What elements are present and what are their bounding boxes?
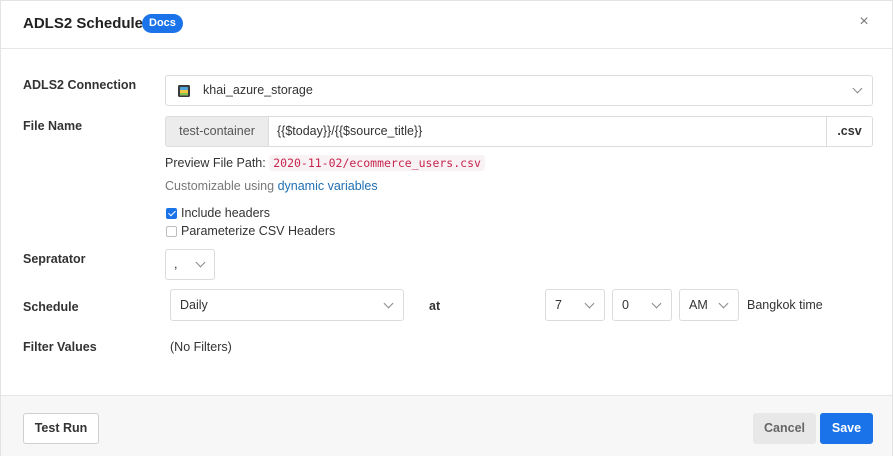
modal-footer: Test Run Cancel Save [1, 395, 892, 456]
parameterize-label: Parameterize CSV Headers [181, 224, 336, 238]
include-headers-option[interactable]: Include headers [166, 206, 366, 222]
cancel-button[interactable]: Cancel [753, 413, 816, 444]
file-path-input[interactable]: {{$today}}/{{$source_title}} [268, 116, 827, 147]
chevron-down-icon [651, 298, 662, 309]
chevron-down-icon [584, 298, 595, 309]
azure-storage-icon [178, 85, 190, 97]
parameterize-option[interactable]: Parameterize CSV Headers [166, 224, 366, 240]
preview-label: Preview File Path: [165, 156, 266, 170]
schedule-modal: ADLS2 Schedules Docs × ADLS2 Connection … [0, 0, 893, 456]
customizable-hint: Customizable using dynamic variables [165, 179, 378, 193]
hour-select[interactable]: 7 [545, 289, 605, 321]
frequency-value: Daily [180, 298, 208, 312]
minute-select[interactable]: 0 [612, 289, 672, 321]
save-button[interactable]: Save [820, 413, 873, 444]
test-run-button[interactable]: Test Run [23, 413, 99, 444]
customizable-text: Customizable using [165, 179, 275, 193]
include-headers-label: Include headers [181, 206, 270, 220]
connection-value: khai_azure_storage [203, 83, 313, 97]
at-label: at [429, 299, 441, 313]
container-addon: test-container [165, 116, 269, 147]
preview-path: Preview File Path: 2020-11-02/ecommerce_… [165, 155, 485, 171]
docs-badge[interactable]: Docs [142, 14, 183, 33]
chevron-down-icon [195, 257, 206, 268]
ampm-value: AM [689, 298, 708, 312]
file-name-label: File Name [23, 119, 83, 133]
extension-addon: .csv [826, 116, 873, 147]
preview-value: 2020-11-02/ecommerce_users.csv [269, 155, 485, 171]
include-headers-checkbox[interactable] [166, 208, 177, 219]
parameterize-checkbox[interactable] [166, 226, 177, 237]
timezone-label: Bangkok time [747, 298, 823, 312]
ampm-select[interactable]: AM [679, 289, 739, 321]
chevron-down-icon [383, 298, 394, 309]
connection-label: ADLS2 Connection [23, 78, 137, 92]
schedule-label: Schedule [23, 300, 79, 314]
frequency-select[interactable]: Daily [170, 289, 404, 321]
connection-select[interactable]: khai_azure_storage [165, 75, 873, 106]
close-icon[interactable]: × [857, 14, 871, 30]
hour-value: 7 [555, 298, 562, 312]
chevron-down-icon [718, 298, 729, 309]
filter-values-label: Filter Values [23, 340, 97, 354]
minute-value: 0 [622, 298, 629, 312]
chevron-down-icon [852, 83, 863, 94]
separator-select[interactable]: , [165, 249, 215, 280]
filter-values-text: (No Filters) [170, 340, 232, 354]
separator-value: , [174, 257, 178, 271]
dynamic-variables-link[interactable]: dynamic variables [278, 179, 378, 193]
modal-title: ADLS2 Schedules [23, 15, 152, 32]
modal-header: ADLS2 Schedules Docs × [1, 1, 892, 49]
separator-label: Sepratator [23, 252, 86, 266]
